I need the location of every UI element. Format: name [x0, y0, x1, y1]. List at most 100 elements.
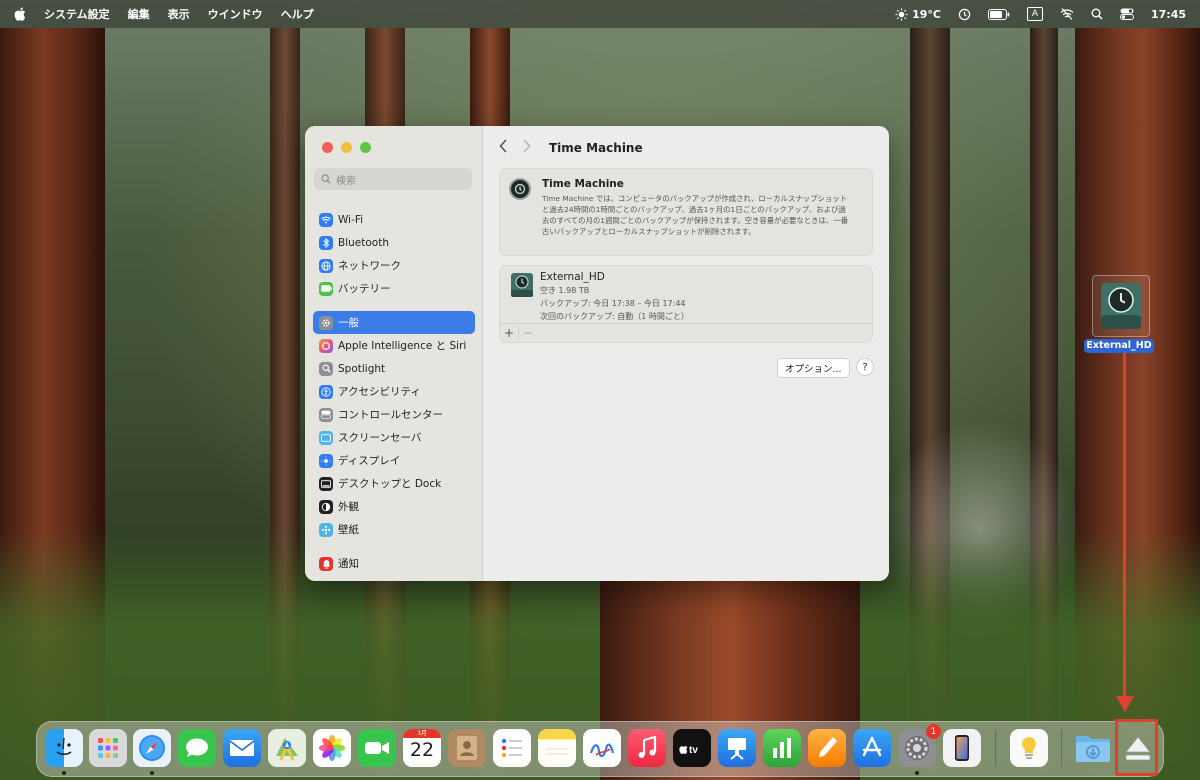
- dock-keynote[interactable]: [718, 729, 756, 767]
- search-icon[interactable]: [1091, 8, 1103, 20]
- accessibility-icon: [319, 384, 333, 399]
- dock-iphone-mirroring[interactable]: [943, 729, 981, 767]
- dock-photos[interactable]: [313, 729, 351, 767]
- sidebar-item-label: デスクトップと Dock: [338, 478, 442, 490]
- sidebar-item-label: スクリーンセーバ: [338, 432, 422, 444]
- remove-disk-button[interactable]: −: [518, 326, 537, 340]
- dock-tips[interactable]: [1010, 729, 1048, 767]
- dock-safari[interactable]: [133, 729, 171, 767]
- menu-window[interactable]: ウインドウ: [208, 6, 263, 22]
- dock-apple-tv[interactable]: tv: [673, 729, 711, 767]
- help-button[interactable]: ?: [856, 358, 874, 376]
- input-source-indicator[interactable]: A: [1026, 7, 1043, 21]
- dock-music[interactable]: [628, 729, 666, 767]
- sidebar-item-desktop-dock[interactable]: デスクトップと Dock: [313, 472, 475, 495]
- last-backup-text: バックアップ: 今日 17:38 – 今日 17:44: [540, 299, 686, 308]
- weather-icon[interactable]: 19°C: [895, 8, 941, 21]
- toolbar: Time Machine: [499, 136, 873, 160]
- screensaver-icon: [319, 430, 333, 445]
- battery-icon[interactable]: [987, 8, 1010, 20]
- dock-mail[interactable]: [223, 729, 261, 767]
- finder-icon: [56, 737, 72, 755]
- sidebar-item-battery[interactable]: バッテリー: [313, 277, 475, 300]
- dock-finder[interactable]: [45, 729, 83, 767]
- back-button[interactable]: [499, 139, 508, 157]
- spotlight-icon: [319, 361, 333, 376]
- sidebar-item-network[interactable]: ネットワーク: [313, 254, 475, 277]
- dock-system-settings[interactable]: 1: [898, 724, 941, 767]
- dock-calendar[interactable]: 3月 22: [403, 729, 441, 767]
- keynote-icon: [728, 738, 746, 760]
- dock-contacts[interactable]: [448, 729, 486, 767]
- wifi-off-icon[interactable]: [1060, 8, 1074, 20]
- sidebar-item-display[interactable]: ディスプレイ: [313, 449, 475, 472]
- dock-facetime[interactable]: [358, 729, 396, 767]
- notes-icon: [546, 748, 568, 755]
- menu-app-name[interactable]: システム設定: [44, 6, 110, 22]
- sidebar-item-screensaver[interactable]: スクリーンセーバ: [313, 426, 475, 449]
- bluetooth-icon: [319, 235, 333, 250]
- dock-separator: [995, 730, 996, 766]
- dock-reminders[interactable]: [493, 729, 531, 767]
- apple-menu-icon[interactable]: [14, 7, 26, 21]
- sidebar-item-wallpaper[interactable]: 壁紙: [313, 518, 475, 541]
- contacts-icon: [457, 736, 477, 760]
- close-button[interactable]: [322, 142, 333, 153]
- sidebar-item-general[interactable]: 一般: [313, 311, 475, 334]
- notification-badge: 1: [926, 724, 941, 739]
- search-field[interactable]: 検索: [314, 168, 472, 190]
- sidebar-item-wifi[interactable]: Wi-Fi: [313, 208, 475, 231]
- menu-view[interactable]: 表示: [168, 6, 190, 22]
- sidebar-item-label: 一般: [338, 317, 359, 329]
- sidebar-item-bluetooth[interactable]: Bluetooth: [313, 231, 475, 254]
- dock-launchpad[interactable]: [89, 729, 127, 767]
- annotation-arrow-head: [1116, 696, 1134, 712]
- dock-pages[interactable]: [808, 729, 846, 767]
- dock-numbers[interactable]: [763, 729, 801, 767]
- maps-icon: [276, 738, 298, 761]
- desktop-volume-label[interactable]: External_HD: [1084, 339, 1154, 353]
- temperature-text: 19°C: [912, 7, 941, 21]
- calendar-month: 3月: [403, 729, 441, 738]
- dock-downloads-folder[interactable]: [1074, 729, 1112, 767]
- reminders-icon: [501, 738, 522, 758]
- time-machine-description: Time Machine では、コンピュータのバックアップが作成され、ローカルス…: [542, 194, 849, 236]
- calendar-day: 22: [409, 739, 435, 761]
- dock-maps[interactable]: [268, 729, 306, 767]
- sidebar-item-siri[interactable]: Apple Intelligence と Siri: [313, 334, 475, 357]
- zoom-button[interactable]: [360, 142, 371, 153]
- control-center-icon[interactable]: [1119, 8, 1134, 20]
- appearance-icon: [319, 499, 333, 514]
- options-button[interactable]: オプション...: [777, 358, 850, 378]
- content-pane: Time Machine Time Machine Time Machine で…: [483, 126, 889, 581]
- dock-app-store[interactable]: [853, 729, 891, 767]
- sidebar-item-accessibility[interactable]: アクセシビリティ: [313, 380, 475, 403]
- time-machine-info-card: Time Machine Time Machine では、コンピュータのバックア…: [499, 168, 873, 256]
- sidebar-item-control-center[interactable]: コントロールセンター: [313, 403, 475, 426]
- safari-icon: [139, 735, 165, 761]
- minimize-button[interactable]: [341, 142, 352, 153]
- page-title: Time Machine: [549, 141, 643, 155]
- menu-help[interactable]: ヘルプ: [281, 6, 314, 22]
- time-machine-menu-icon[interactable]: [958, 8, 971, 21]
- dock-notes[interactable]: [538, 729, 576, 767]
- sidebar-item-notifications[interactable]: 通知: [313, 552, 475, 575]
- menu-edit[interactable]: 編集: [128, 6, 150, 22]
- forward-button[interactable]: [522, 139, 531, 157]
- disk-name: External_HD: [540, 271, 605, 283]
- iphone-icon: [955, 735, 969, 761]
- gear-icon: [905, 736, 929, 760]
- dock-separator: [1061, 730, 1062, 766]
- sidebar-item-appearance[interactable]: 外観: [313, 495, 475, 518]
- desktop-volume-icon[interactable]: [1092, 275, 1150, 337]
- running-indicator: [62, 771, 66, 775]
- dock-freeform[interactable]: [583, 729, 621, 767]
- add-disk-button[interactable]: +: [500, 326, 518, 340]
- sidebar-item-label: アクセシビリティ: [338, 386, 421, 398]
- disk-free-space: 空き 1.98 TB: [540, 286, 590, 295]
- chevron-left-icon: [499, 139, 507, 153]
- dock-messages[interactable]: [178, 729, 216, 767]
- sidebar-item-spotlight[interactable]: Spotlight: [313, 357, 475, 380]
- svg-text:tv: tv: [689, 745, 698, 755]
- clock-text[interactable]: 17:45: [1151, 8, 1186, 21]
